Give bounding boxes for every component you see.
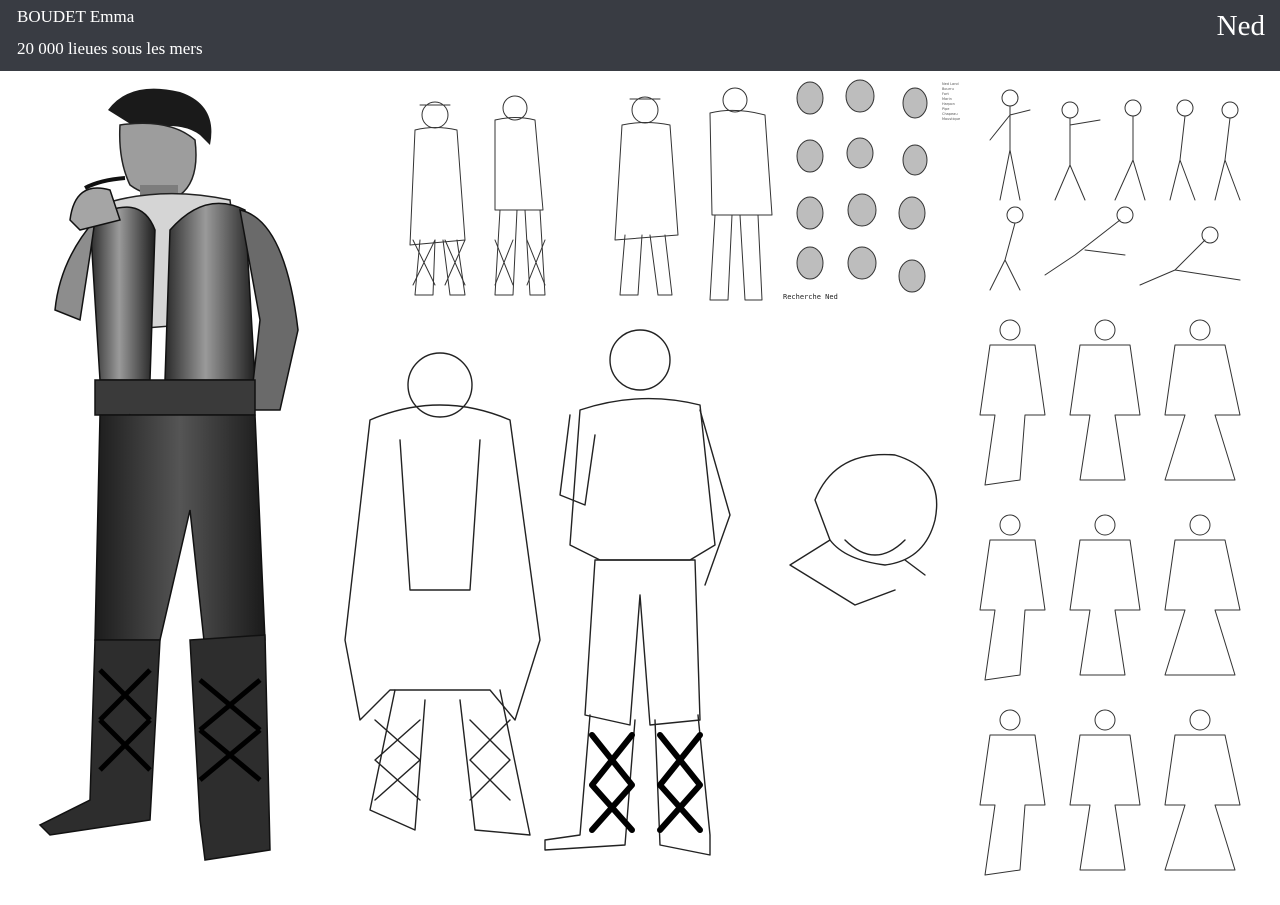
expression-head-sketch [785, 440, 950, 615]
title-bar: BOUDET Emma 20 000 lieues sous les mers … [0, 0, 1280, 71]
keyword-list: Ned Land Bourru Fort Marin Harpon Pipe C… [942, 82, 960, 122]
main-shaded-render [30, 80, 320, 870]
line-art-coat-figure [340, 340, 550, 840]
project-title: 20 000 lieues sous les mers [17, 39, 203, 58]
sketch-caption: Recherche Ned [783, 293, 838, 301]
keyword-item: Moustique [942, 117, 961, 121]
gesture-pose-studies [975, 80, 1250, 295]
pose-sketch-row-1 [965, 305, 1255, 490]
turnaround-sketch-1 [395, 90, 565, 305]
character-name: Ned [1216, 10, 1265, 42]
line-art-vest-figure [540, 315, 750, 865]
turnaround-sketch-2 [600, 85, 780, 305]
author-name: BOUDET Emma [17, 7, 135, 26]
pose-sketch-row-3 [965, 695, 1255, 880]
pose-sketch-row-2 [965, 500, 1255, 685]
head-study-grid [790, 78, 940, 293]
